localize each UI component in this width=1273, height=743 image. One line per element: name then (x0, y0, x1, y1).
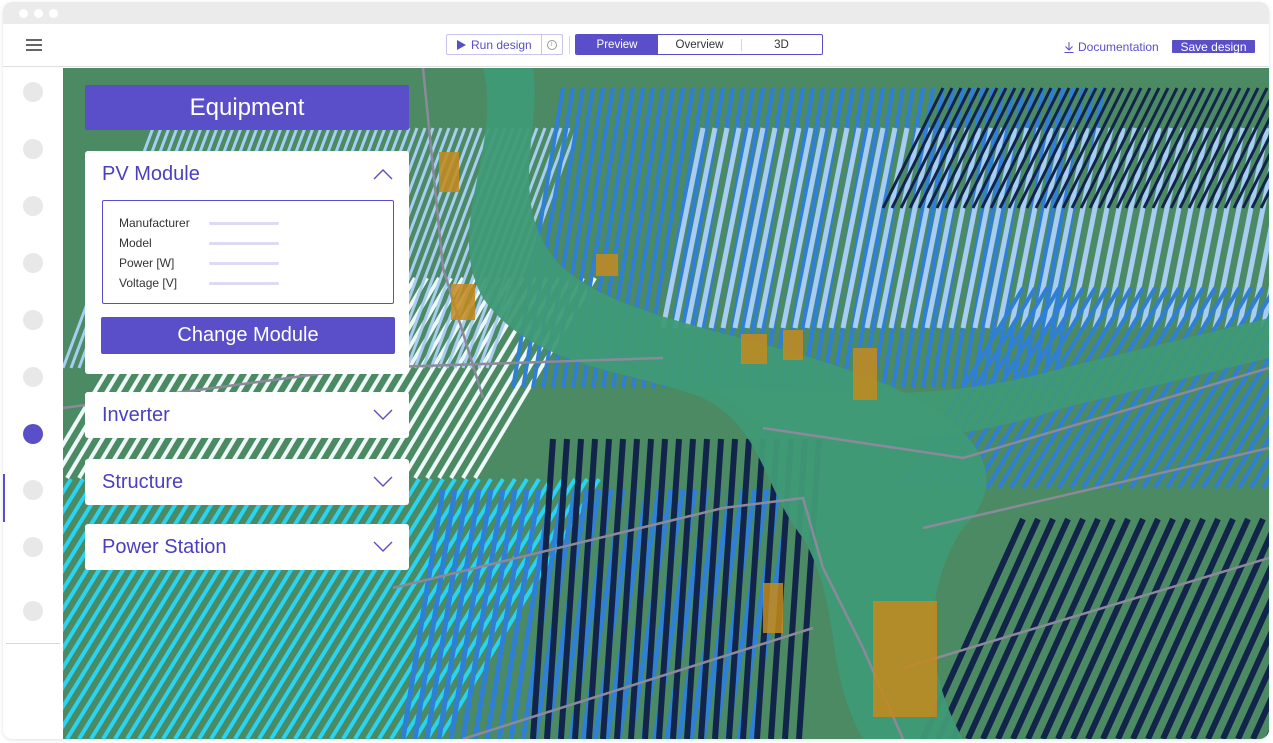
sidebar-step-4[interactable] (23, 253, 43, 273)
documentation-label: Documentation (1078, 40, 1159, 54)
spec-row-voltage: Voltage [V] (119, 276, 279, 290)
chevron-down-icon[interactable] (373, 409, 393, 421)
pv-module-specs: Manufacturer Model Power [W] Voltage [V] (102, 200, 394, 304)
toolbar-divider (569, 36, 570, 54)
documentation-link[interactable]: Documentation (1064, 40, 1159, 54)
save-design-button[interactable]: Save design (1172, 40, 1255, 54)
spec-value-placeholder (209, 241, 279, 245)
sidebar-step-9[interactable] (23, 537, 43, 557)
spec-label: Model (119, 236, 152, 250)
inverter-label: Inverter (102, 403, 170, 426)
equipment-panel-title: Equipment (85, 85, 409, 130)
structure-header[interactable]: Structure (85, 459, 409, 505)
section-pv-module: PV Module Manufacturer Model Power [W] V… (85, 151, 409, 374)
view-mode-tabs: Preview Overview 3D (575, 34, 823, 55)
transformer-pad (741, 334, 767, 364)
inverter-header[interactable]: Inverter (85, 392, 409, 438)
chevron-up-icon[interactable] (373, 168, 393, 180)
sidebar-step-8[interactable] (23, 480, 43, 500)
section-structure[interactable]: Structure (85, 459, 409, 505)
play-icon (457, 39, 466, 50)
transformer-pad (783, 330, 803, 360)
spec-row-manufacturer: Manufacturer (119, 216, 279, 230)
tab-preview[interactable]: Preview (576, 35, 658, 54)
minimize-window-button[interactable] (34, 9, 43, 18)
spec-value-placeholder (209, 281, 279, 285)
chevron-down-icon[interactable] (373, 476, 393, 488)
sidebar-step-1[interactable] (23, 82, 43, 102)
run-design-label: Run design (471, 37, 532, 52)
transformer-pad (451, 284, 475, 320)
active-step-indicator (3, 474, 5, 522)
spec-label: Voltage [V] (119, 276, 178, 290)
sidebar-step-5[interactable] (23, 310, 43, 330)
pv-module-header[interactable]: PV Module (85, 151, 409, 197)
run-design-button[interactable]: Run design (447, 35, 542, 54)
download-icon (1064, 41, 1074, 53)
title-bar (3, 2, 1269, 24)
sidebar-step-3[interactable] (23, 196, 43, 216)
transformer-pad (853, 348, 877, 400)
sidebar-step-6[interactable] (23, 367, 43, 387)
sidebar-step-2[interactable] (23, 139, 43, 159)
change-module-button[interactable]: Change Module (101, 317, 395, 354)
top-toolbar: Run design i Preview Overview 3D Documen… (3, 24, 1269, 67)
power-station-label: Power Station (102, 535, 227, 558)
info-button[interactable]: i (542, 35, 562, 54)
sidebar-divider (6, 643, 60, 644)
hamburger-menu-icon[interactable] (26, 38, 42, 52)
close-window-button[interactable] (19, 9, 28, 18)
step-sidebar (3, 68, 63, 739)
chevron-down-icon[interactable] (373, 541, 393, 553)
info-icon: i (546, 39, 557, 50)
transformer-pad (873, 601, 937, 717)
tab-3d[interactable]: 3D (741, 35, 822, 54)
run-design-group: Run design i (446, 34, 563, 55)
section-inverter[interactable]: Inverter (85, 392, 409, 438)
power-station-header[interactable]: Power Station (85, 524, 409, 570)
spec-value-placeholder (209, 261, 279, 265)
spec-label: Power [W] (119, 256, 175, 270)
section-power-station[interactable]: Power Station (85, 524, 409, 570)
spec-label: Manufacturer (119, 216, 190, 230)
sidebar-step-7-equipment[interactable] (23, 424, 43, 444)
transformer-pad (439, 152, 459, 192)
spec-row-power: Power [W] (119, 256, 279, 270)
tab-overview[interactable]: Overview (658, 35, 741, 54)
spec-value-placeholder (209, 221, 279, 225)
spec-row-model: Model (119, 236, 279, 250)
transformer-pad (596, 254, 618, 276)
structure-label: Structure (102, 470, 184, 493)
sidebar-step-10[interactable] (23, 601, 43, 621)
pv-module-label: PV Module (102, 162, 200, 185)
maximize-window-button[interactable] (49, 9, 58, 18)
transformer-pad (763, 583, 783, 633)
